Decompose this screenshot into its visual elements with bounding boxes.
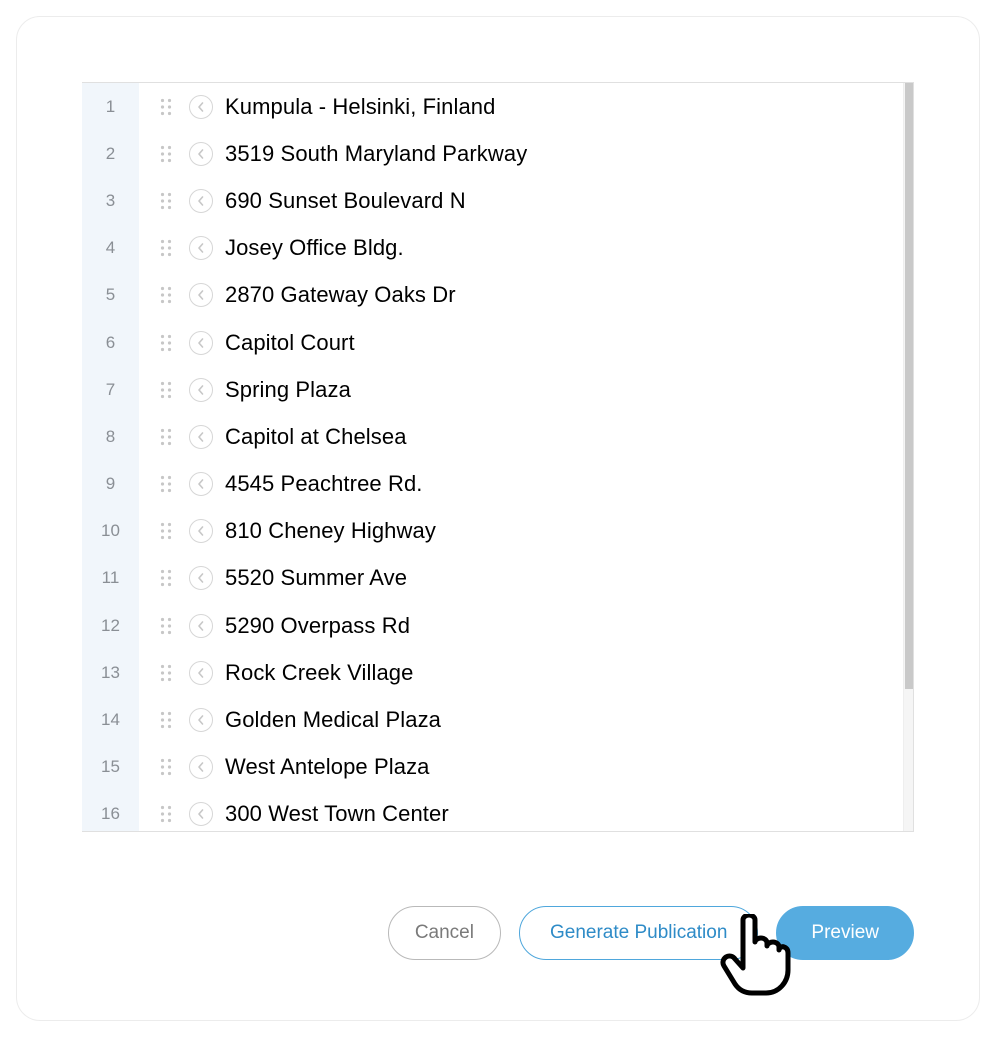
list-item[interactable]: 8 Capitol at Chelsea [82,413,903,460]
list-item-label: Rock Creek Village [225,660,413,686]
list-item-label: Golden Medical Plaza [225,707,441,733]
list-item-label: Josey Office Bldg. [225,235,404,261]
drag-handle-icon[interactable] [155,98,177,116]
drag-handle-icon[interactable] [155,239,177,257]
row-number: 16 [82,804,139,824]
drag-handle-icon[interactable] [155,711,177,729]
list-item[interactable]: 10 810 Cheney Highway [82,508,903,555]
drag-handle-icon[interactable] [155,617,177,635]
drag-handle-icon[interactable] [155,286,177,304]
chevron-left-icon[interactable] [189,519,213,543]
row-number: 3 [82,191,139,211]
drag-handle-icon[interactable] [155,428,177,446]
dialog-card: 1 Kumpula - Helsinki, Finland 2 [16,16,980,1021]
row-number: 13 [82,663,139,683]
row-number: 4 [82,238,139,258]
properties-list-container: 1 Kumpula - Helsinki, Finland 2 [82,82,914,832]
chevron-left-icon[interactable] [189,378,213,402]
drag-handle-icon[interactable] [155,475,177,493]
row-number: 14 [82,710,139,730]
list-item-label: 3519 South Maryland Parkway [225,141,527,167]
drag-handle-icon[interactable] [155,145,177,163]
list-item[interactable]: 2 3519 South Maryland Parkway [82,130,903,177]
chevron-left-icon[interactable] [189,472,213,496]
chevron-left-icon[interactable] [189,708,213,732]
list-item-label: 810 Cheney Highway [225,518,436,544]
chevron-left-icon[interactable] [189,95,213,119]
list-item[interactable]: 14 Golden Medical Plaza [82,696,903,743]
list-item-label: 4545 Peachtree Rd. [225,471,423,497]
drag-handle-icon[interactable] [155,569,177,587]
drag-handle-icon[interactable] [155,758,177,776]
list-item[interactable]: 13 Rock Creek Village [82,649,903,696]
list-item-label: Capitol at Chelsea [225,424,407,450]
list-item-label: Kumpula - Helsinki, Finland [225,94,495,120]
chevron-left-icon[interactable] [189,661,213,685]
drag-handle-icon[interactable] [155,664,177,682]
list-item-label: 2870 Gateway Oaks Dr [225,282,456,308]
properties-list: 1 Kumpula - Helsinki, Finland 2 [82,83,903,831]
row-number: 12 [82,616,139,636]
list-item[interactable]: 5 2870 Gateway Oaks Dr [82,272,903,319]
generate-publication-button[interactable]: Generate Publication [519,906,758,960]
dialog-actions: Cancel Generate Publication Preview [388,906,914,960]
scrollbar-track[interactable] [903,83,913,831]
drag-handle-icon[interactable] [155,334,177,352]
list-item-label: 300 West Town Center [225,801,449,827]
list-item[interactable]: 4 Josey Office Bldg. [82,225,903,272]
scrollbar-thumb[interactable] [905,83,913,689]
list-item[interactable]: 9 4545 Peachtree Rd. [82,461,903,508]
preview-button[interactable]: Preview [776,906,914,960]
list-item[interactable]: 12 5290 Overpass Rd [82,602,903,649]
list-item[interactable]: 7 Spring Plaza [82,366,903,413]
list-item[interactable]: 16 300 West Town Center [82,791,903,831]
list-item[interactable]: 1 Kumpula - Helsinki, Finland [82,83,903,130]
row-number: 9 [82,474,139,494]
chevron-left-icon[interactable] [189,236,213,260]
row-number: 6 [82,333,139,353]
list-item[interactable]: 11 5520 Summer Ave [82,555,903,602]
row-number: 7 [82,380,139,400]
list-item[interactable]: 3 690 Sunset Boulevard N [82,177,903,224]
row-number: 5 [82,285,139,305]
chevron-left-icon[interactable] [189,331,213,355]
list-item-label: 5290 Overpass Rd [225,613,410,639]
chevron-left-icon[interactable] [189,755,213,779]
drag-handle-icon[interactable] [155,522,177,540]
list-item-label: West Antelope Plaza [225,754,430,780]
list-item-label: 690 Sunset Boulevard N [225,188,466,214]
drag-handle-icon[interactable] [155,192,177,210]
list-item-label: 5520 Summer Ave [225,565,407,591]
row-number: 11 [82,568,139,588]
row-number: 10 [82,521,139,541]
drag-handle-icon[interactable] [155,381,177,399]
chevron-left-icon[interactable] [189,142,213,166]
row-number: 1 [82,97,139,117]
drag-handle-icon[interactable] [155,805,177,823]
list-item[interactable]: 6 Capitol Court [82,319,903,366]
chevron-left-icon[interactable] [189,189,213,213]
chevron-left-icon[interactable] [189,283,213,307]
row-number: 2 [82,144,139,164]
chevron-left-icon[interactable] [189,802,213,826]
row-number: 15 [82,757,139,777]
list-item-label: Spring Plaza [225,377,351,403]
chevron-left-icon[interactable] [189,425,213,449]
chevron-left-icon[interactable] [189,566,213,590]
list-item-label: Capitol Court [225,330,355,356]
cancel-button[interactable]: Cancel [388,906,501,960]
chevron-left-icon[interactable] [189,614,213,638]
row-number: 8 [82,427,139,447]
list-item[interactable]: 15 West Antelope Plaza [82,744,903,791]
